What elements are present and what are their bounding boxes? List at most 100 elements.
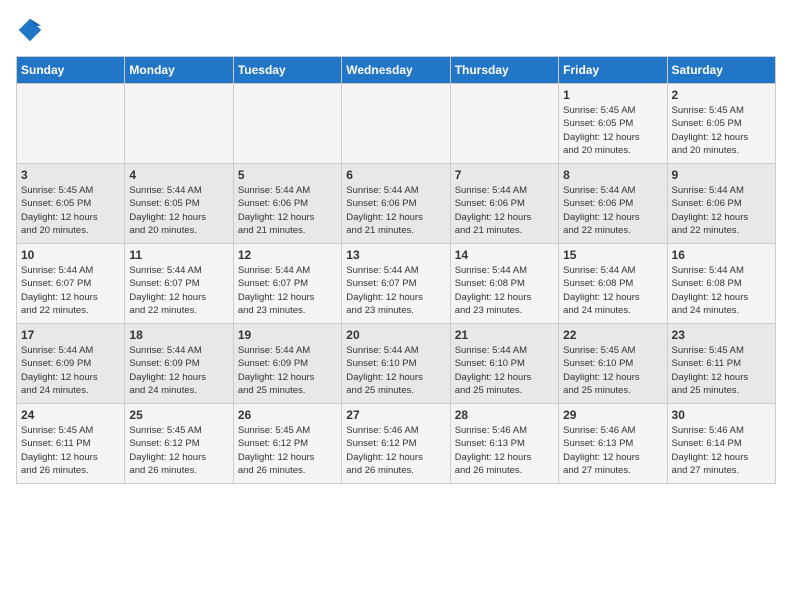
day-info: Sunrise: 5:44 AM Sunset: 6:06 PM Dayligh… (346, 184, 445, 237)
calendar-cell: 3 Sunrise: 5:45 AM Sunset: 6:05 PM Daylig… (17, 164, 125, 244)
calendar-cell: 10 Sunrise: 5:44 AM Sunset: 6:07 PM Dayli… (17, 244, 125, 324)
calendar-table: SundayMondayTuesdayWednesdayThursdayFrid… (16, 56, 776, 484)
day-info: Sunrise: 5:44 AM Sunset: 6:08 PM Dayligh… (455, 264, 554, 317)
calendar-cell: 25 Sunrise: 5:45 AM Sunset: 6:12 PM Dayli… (125, 404, 233, 484)
column-header-monday: Monday (125, 57, 233, 84)
day-info: Sunrise: 5:45 AM Sunset: 6:11 PM Dayligh… (672, 344, 771, 397)
column-header-sunday: Sunday (17, 57, 125, 84)
calendar-cell: 24 Sunrise: 5:45 AM Sunset: 6:11 PM Dayli… (17, 404, 125, 484)
day-number: 28 (455, 408, 554, 422)
day-number: 24 (21, 408, 120, 422)
day-info: Sunrise: 5:46 AM Sunset: 6:13 PM Dayligh… (563, 424, 662, 477)
calendar-cell: 5 Sunrise: 5:44 AM Sunset: 6:06 PM Daylig… (233, 164, 341, 244)
day-number: 29 (563, 408, 662, 422)
day-info: Sunrise: 5:44 AM Sunset: 6:06 PM Dayligh… (455, 184, 554, 237)
day-info: Sunrise: 5:44 AM Sunset: 6:08 PM Dayligh… (672, 264, 771, 317)
day-info: Sunrise: 5:45 AM Sunset: 6:05 PM Dayligh… (21, 184, 120, 237)
calendar-cell: 21Sunrise: 5:44 AM Sunset: 6:10 PM Dayli… (450, 324, 558, 404)
day-info: Sunrise: 5:45 AM Sunset: 6:10 PM Dayligh… (563, 344, 662, 397)
day-info: Sunrise: 5:46 AM Sunset: 6:12 PM Dayligh… (346, 424, 445, 477)
day-number: 15 (563, 248, 662, 262)
day-info: Sunrise: 5:44 AM Sunset: 6:09 PM Dayligh… (21, 344, 120, 397)
day-number: 30 (672, 408, 771, 422)
logo (16, 16, 48, 44)
calendar-cell: 2 Sunrise: 5:45 AM Sunset: 6:05 PM Daylig… (667, 84, 775, 164)
calendar-week-row: 3 Sunrise: 5:45 AM Sunset: 6:05 PM Daylig… (17, 164, 776, 244)
day-number: 3 (21, 168, 120, 182)
day-info: Sunrise: 5:44 AM Sunset: 6:07 PM Dayligh… (21, 264, 120, 317)
calendar-cell (17, 84, 125, 164)
calendar-cell: 27Sunrise: 5:46 AM Sunset: 6:12 PM Dayli… (342, 404, 450, 484)
day-number: 8 (563, 168, 662, 182)
day-info: Sunrise: 5:44 AM Sunset: 6:07 PM Dayligh… (346, 264, 445, 317)
calendar-cell: 29 Sunrise: 5:46 AM Sunset: 6:13 PM Dayli… (559, 404, 667, 484)
day-info: Sunrise: 5:44 AM Sunset: 6:05 PM Dayligh… (129, 184, 228, 237)
column-header-saturday: Saturday (667, 57, 775, 84)
day-info: Sunrise: 5:45 AM Sunset: 6:05 PM Dayligh… (672, 104, 771, 157)
day-number: 13 (346, 248, 445, 262)
day-info: Sunrise: 5:44 AM Sunset: 6:06 PM Dayligh… (238, 184, 337, 237)
day-number: 7 (455, 168, 554, 182)
day-number: 22 (563, 328, 662, 342)
calendar-cell: 26 Sunrise: 5:45 AM Sunset: 6:12 PM Dayli… (233, 404, 341, 484)
day-info: Sunrise: 5:44 AM Sunset: 6:07 PM Dayligh… (129, 264, 228, 317)
calendar-week-row: 17Sunrise: 5:44 AM Sunset: 6:09 PM Dayli… (17, 324, 776, 404)
day-number: 1 (563, 88, 662, 102)
calendar-cell: 8 Sunrise: 5:44 AM Sunset: 6:06 PM Daylig… (559, 164, 667, 244)
day-info: Sunrise: 5:45 AM Sunset: 6:05 PM Dayligh… (563, 104, 662, 157)
day-info: Sunrise: 5:44 AM Sunset: 6:07 PM Dayligh… (238, 264, 337, 317)
calendar-week-row: 24 Sunrise: 5:45 AM Sunset: 6:11 PM Dayli… (17, 404, 776, 484)
calendar-cell (233, 84, 341, 164)
day-number: 20 (346, 328, 445, 342)
day-number: 4 (129, 168, 228, 182)
day-info: Sunrise: 5:44 AM Sunset: 6:06 PM Dayligh… (672, 184, 771, 237)
calendar-cell: 20 Sunrise: 5:44 AM Sunset: 6:10 PM Dayli… (342, 324, 450, 404)
day-info: Sunrise: 5:44 AM Sunset: 6:06 PM Dayligh… (563, 184, 662, 237)
day-number: 2 (672, 88, 771, 102)
calendar-cell (342, 84, 450, 164)
day-number: 14 (455, 248, 554, 262)
day-number: 6 (346, 168, 445, 182)
calendar-cell: 6 Sunrise: 5:44 AM Sunset: 6:06 PM Daylig… (342, 164, 450, 244)
day-info: Sunrise: 5:45 AM Sunset: 6:11 PM Dayligh… (21, 424, 120, 477)
calendar-cell: 30 Sunrise: 5:46 AM Sunset: 6:14 PM Dayli… (667, 404, 775, 484)
calendar-week-row: 10 Sunrise: 5:44 AM Sunset: 6:07 PM Dayli… (17, 244, 776, 324)
column-header-thursday: Thursday (450, 57, 558, 84)
calendar-cell: 16 Sunrise: 5:44 AM Sunset: 6:08 PM Dayli… (667, 244, 775, 324)
day-info: Sunrise: 5:44 AM Sunset: 6:10 PM Dayligh… (455, 344, 554, 397)
calendar-cell: 18Sunrise: 5:44 AM Sunset: 6:09 PM Dayli… (125, 324, 233, 404)
column-header-friday: Friday (559, 57, 667, 84)
day-info: Sunrise: 5:44 AM Sunset: 6:10 PM Dayligh… (346, 344, 445, 397)
calendar-cell: 22 Sunrise: 5:45 AM Sunset: 6:10 PM Dayli… (559, 324, 667, 404)
calendar-cell: 7 Sunrise: 5:44 AM Sunset: 6:06 PM Daylig… (450, 164, 558, 244)
day-number: 5 (238, 168, 337, 182)
day-info: Sunrise: 5:44 AM Sunset: 6:09 PM Dayligh… (129, 344, 228, 397)
day-number: 11 (129, 248, 228, 262)
page-header (16, 16, 776, 44)
calendar-cell: 19 Sunrise: 5:44 AM Sunset: 6:09 PM Dayli… (233, 324, 341, 404)
day-info: Sunrise: 5:45 AM Sunset: 6:12 PM Dayligh… (129, 424, 228, 477)
day-number: 23 (672, 328, 771, 342)
day-info: Sunrise: 5:46 AM Sunset: 6:14 PM Dayligh… (672, 424, 771, 477)
calendar-header-row: SundayMondayTuesdayWednesdayThursdayFrid… (17, 57, 776, 84)
day-info: Sunrise: 5:44 AM Sunset: 6:09 PM Dayligh… (238, 344, 337, 397)
calendar-cell: 17Sunrise: 5:44 AM Sunset: 6:09 PM Dayli… (17, 324, 125, 404)
calendar-cell: 9 Sunrise: 5:44 AM Sunset: 6:06 PM Daylig… (667, 164, 775, 244)
day-info: Sunrise: 5:45 AM Sunset: 6:12 PM Dayligh… (238, 424, 337, 477)
column-header-tuesday: Tuesday (233, 57, 341, 84)
calendar-cell: 1 Sunrise: 5:45 AM Sunset: 6:05 PM Daylig… (559, 84, 667, 164)
calendar-cell (125, 84, 233, 164)
day-number: 10 (21, 248, 120, 262)
calendar-week-row: 1 Sunrise: 5:45 AM Sunset: 6:05 PM Daylig… (17, 84, 776, 164)
day-number: 19 (238, 328, 337, 342)
day-number: 26 (238, 408, 337, 422)
day-info: Sunrise: 5:46 AM Sunset: 6:13 PM Dayligh… (455, 424, 554, 477)
day-number: 25 (129, 408, 228, 422)
day-number: 16 (672, 248, 771, 262)
calendar-cell: 13 Sunrise: 5:44 AM Sunset: 6:07 PM Dayli… (342, 244, 450, 324)
calendar-cell: 14 Sunrise: 5:44 AM Sunset: 6:08 PM Dayli… (450, 244, 558, 324)
calendar-cell: 28 Sunrise: 5:46 AM Sunset: 6:13 PM Dayli… (450, 404, 558, 484)
day-number: 9 (672, 168, 771, 182)
column-header-wednesday: Wednesday (342, 57, 450, 84)
day-info: Sunrise: 5:44 AM Sunset: 6:08 PM Dayligh… (563, 264, 662, 317)
